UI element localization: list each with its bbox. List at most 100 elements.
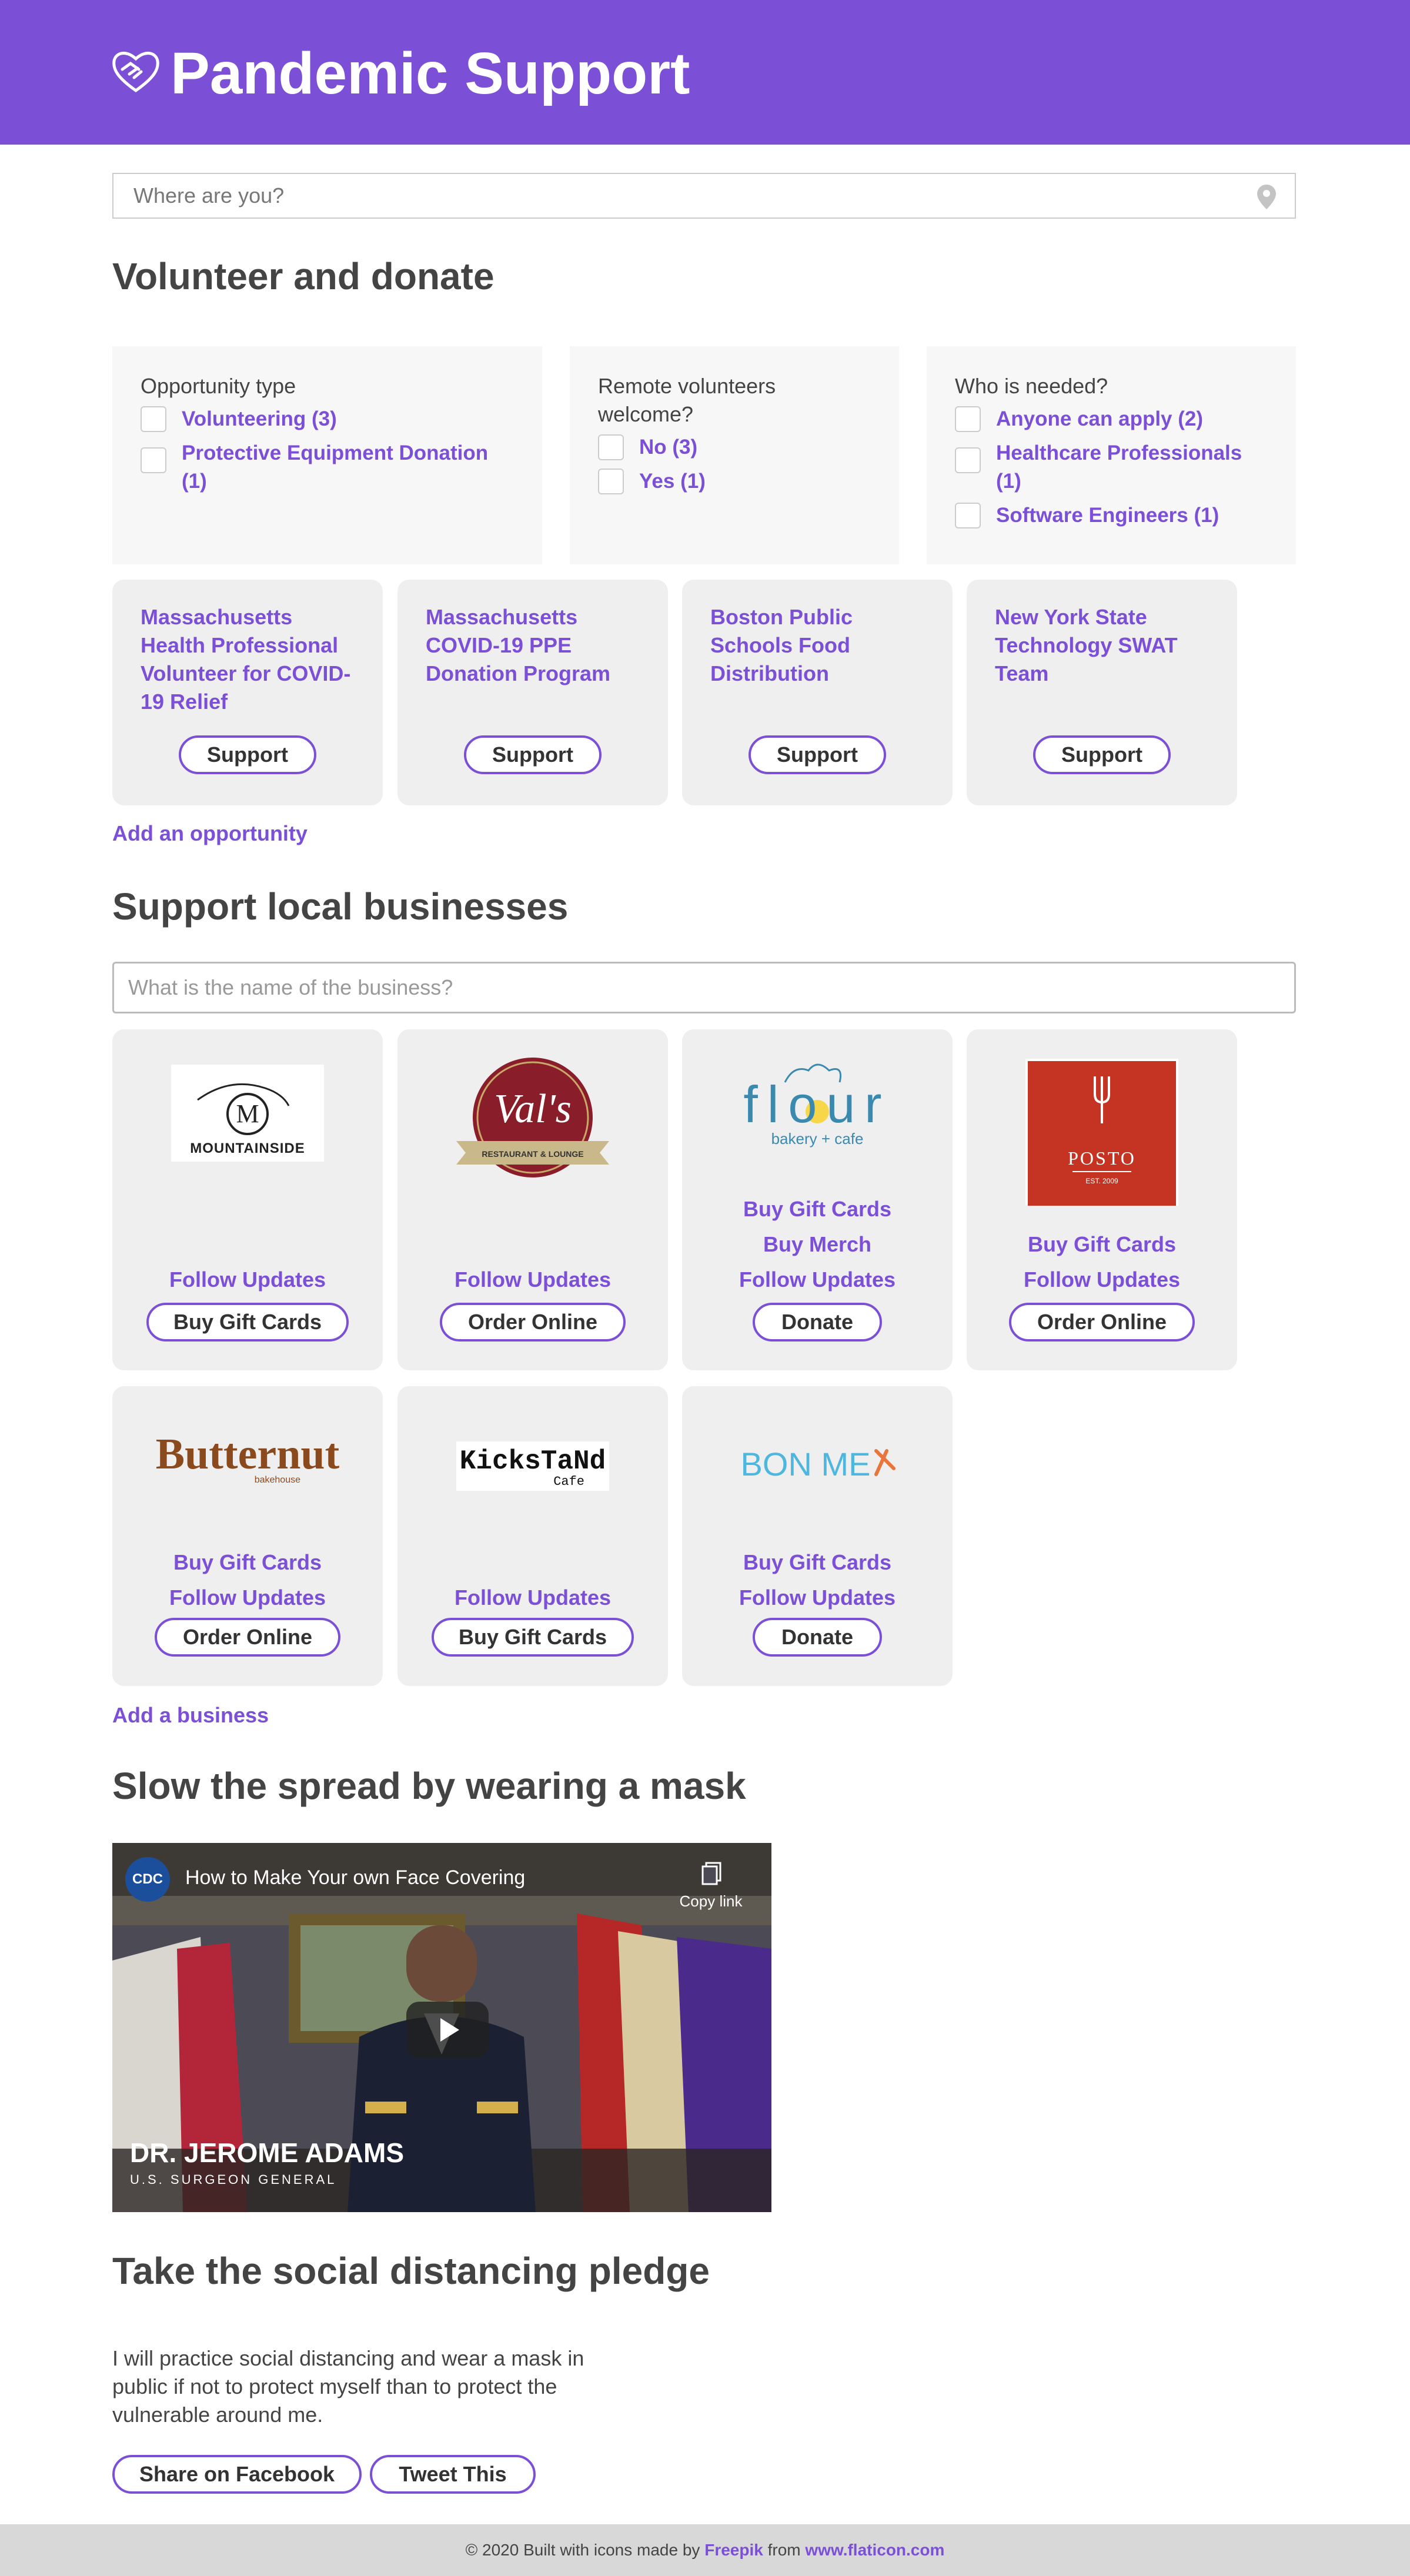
order-online-button[interactable]: Order Online [1009,1303,1195,1341]
opportunity-card: Massachusetts COVID-19 PPE Donation Prog… [397,580,668,805]
flaticon-link[interactable]: www.flaticon.com [805,2541,944,2559]
channel-avatar[interactable]: CDC [125,1857,170,1902]
filter-option-label[interactable]: Anyone can apply (2) [996,405,1203,433]
business-card: Val's RESTAURANT & LOUNGE Follow Updates… [397,1029,668,1370]
support-button[interactable]: Support [179,735,316,774]
filter-option-label[interactable]: Protective Equipment Donation (1) [182,439,514,496]
filter-option[interactable]: Software Engineers (1) [955,501,1268,530]
checkbox[interactable] [141,447,166,473]
logo-text: Val's [494,1086,572,1132]
business-card: M MOUNTAINSIDE Follow Updates Buy Gift C… [112,1029,383,1370]
follow-updates-link[interactable]: Follow Updates [397,1262,668,1297]
logo-text: BON ME [741,1446,871,1483]
business-logo: KicksTaNd Cafe [397,1410,668,1551]
logo-letter: M [236,1099,259,1128]
opportunity-title[interactable]: Boston Public Schools Food Distribution [710,603,928,688]
filter-option-label[interactable]: Yes (1) [639,467,706,496]
filter-option-label[interactable]: Software Engineers (1) [996,501,1219,530]
follow-updates-link[interactable]: Follow Updates [112,1580,383,1615]
filter-option[interactable]: Anyone can apply (2) [955,405,1268,433]
donate-button[interactable]: Donate [753,1618,882,1657]
pledge-heading: Take the social distancing pledge [112,2250,710,2292]
location-input[interactable] [113,174,1239,218]
filter-option-label[interactable]: Healthcare Professionals (1) [996,439,1268,496]
buy-gift-cards-link[interactable]: Buy Gift Cards [682,1545,953,1580]
site-title: Pandemic Support [171,41,690,106]
posto-logo: POSTO EST. 2009 [1025,1059,1178,1212]
opportunity-card: Massachusetts Health Professional Volunt… [112,580,383,805]
buy-merch-link[interactable]: Buy Merch [682,1227,953,1262]
business-links: Follow Updates [112,1262,383,1297]
filter-option[interactable]: Protective Equipment Donation (1) [141,439,514,496]
checkbox[interactable] [955,447,981,473]
copy-link-label[interactable]: Copy link [676,1892,746,1911]
logo-text: Butternut [156,1430,340,1478]
buy-gift-cards-link[interactable]: Buy Gift Cards [112,1545,383,1580]
business-card: POSTO EST. 2009 Buy Gift Cards Follow Up… [967,1029,1237,1370]
filter-who-needed: Who is needed? Anyone can apply (2) Heal… [927,346,1296,564]
video-player[interactable]: CDC How to Make Your own Face Covering C… [112,1843,771,2212]
bon-me-logo: BON ME [741,1446,896,1483]
business-search-input[interactable] [114,964,1298,1012]
order-online-button[interactable]: Order Online [440,1303,626,1341]
checkbox[interactable] [598,469,624,494]
filter-option[interactable]: Yes (1) [598,467,871,496]
mountainside-logo: M MOUNTAINSIDE [171,1065,324,1162]
share-facebook-button[interactable]: Share on Facebook [112,2455,362,2494]
buy-gift-cards-link[interactable]: Buy Gift Cards [682,1192,953,1227]
business-logo: M MOUNTAINSIDE [112,1053,383,1194]
play-icon [440,2018,459,2042]
copy-link-icon[interactable] [700,1861,724,1886]
filter-option-label[interactable]: No (3) [639,433,697,461]
buy-gift-cards-button[interactable]: Buy Gift Cards [432,1618,634,1657]
follow-updates-link[interactable]: Follow Updates [397,1580,668,1615]
buy-gift-cards-link[interactable]: Buy Gift Cards [967,1227,1237,1262]
follow-updates-link[interactable]: Follow Updates [967,1262,1237,1297]
add-opportunity-link[interactable]: Add an opportunity [112,819,308,848]
opportunity-title[interactable]: Massachusetts Health Professional Volunt… [141,603,358,716]
business-card: Butternut bakehouse Buy Gift Cards Follo… [112,1386,383,1686]
location-field[interactable] [112,173,1296,219]
add-business-link[interactable]: Add a business [112,1701,269,1729]
support-button[interactable]: Support [464,735,602,774]
volunteer-heading: Volunteer and donate [112,255,494,297]
checkbox[interactable] [955,503,981,528]
video-caption-role: U.S. SURGEON GENERAL [130,2172,337,2187]
checkbox[interactable] [598,434,624,460]
order-online-button[interactable]: Order Online [155,1618,340,1657]
business-logo: Val's RESTAURANT & LOUNGE [397,1053,668,1194]
site-footer: © 2020 Built with icons made by Freepik … [0,2524,1410,2576]
filter-option[interactable]: No (3) [598,433,871,461]
business-search-field[interactable] [112,962,1298,1013]
play-button[interactable] [406,2002,489,2058]
tweet-button[interactable]: Tweet This [370,2455,536,2494]
filter-option-label[interactable]: Volunteering (3) [182,405,337,433]
business-logo: POSTO EST. 2009 [967,1053,1237,1212]
opportunity-title[interactable]: Massachusetts COVID-19 PPE Donation Prog… [426,603,643,688]
business-logo: flour bakery + cafe [682,1053,953,1194]
logo-text: POSTO [1068,1148,1136,1169]
checkbox[interactable] [955,406,981,432]
flour-logo: flour bakery + cafe [743,1063,882,1148]
opportunity-card: New York State Technology SWAT Team Supp… [967,580,1237,805]
business-logo: Butternut bakehouse [112,1410,383,1551]
opportunity-title[interactable]: New York State Technology SWAT Team [995,603,1212,688]
follow-updates-link[interactable]: Follow Updates [682,1262,953,1297]
buy-gift-cards-button[interactable]: Buy Gift Cards [146,1303,349,1341]
video-title[interactable]: How to Make Your own Face Covering [185,1866,525,1889]
freepik-link[interactable]: Freepik [704,2541,763,2559]
donate-button[interactable]: Donate [753,1303,882,1341]
checkbox[interactable] [141,406,166,432]
logo-subtext: bakehouse [255,1475,300,1485]
business-links: Buy Gift Cards Follow Updates [682,1545,953,1615]
filter-opportunity-type: Opportunity type Volunteering (3) Protec… [112,346,542,564]
support-button[interactable]: Support [749,735,886,774]
business-links: Follow Updates [397,1580,668,1615]
follow-updates-link[interactable]: Follow Updates [112,1262,383,1297]
support-button[interactable]: Support [1033,735,1171,774]
filter-option[interactable]: Healthcare Professionals (1) [955,439,1268,496]
follow-updates-link[interactable]: Follow Updates [682,1580,953,1615]
business-card: BON ME Buy Gift Cards Follow Updates Don… [682,1386,953,1686]
business-card: flour bakery + cafe Buy Gift Cards Buy M… [682,1029,953,1370]
filter-option[interactable]: Volunteering (3) [141,405,514,433]
